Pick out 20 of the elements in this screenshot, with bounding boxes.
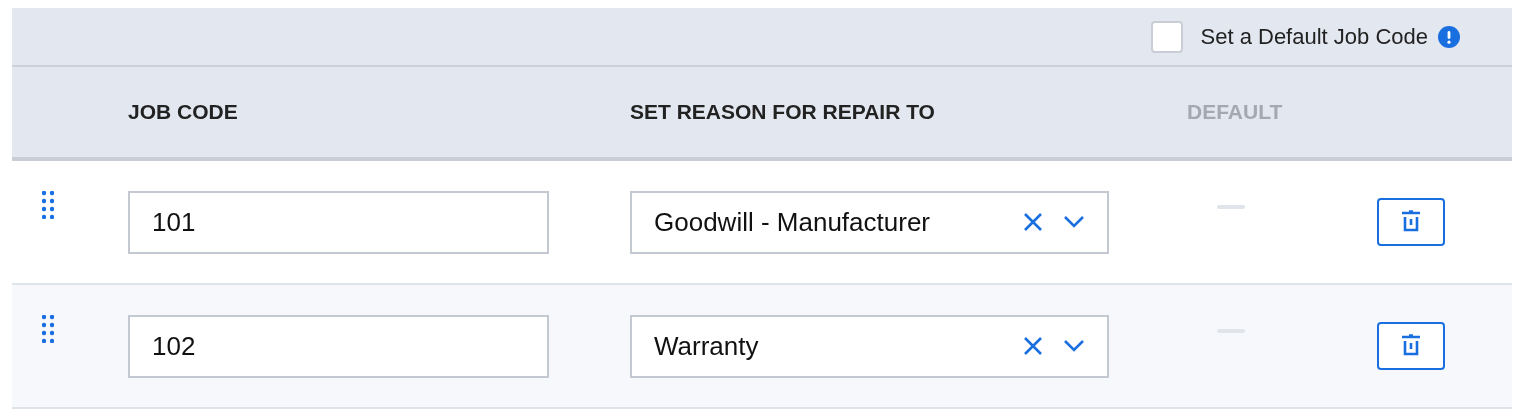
checkbox-label: Set a Default Job Code: [1200, 23, 1428, 50]
reason-select[interactable]: Goodwill - Manufacturer: [630, 190, 1109, 254]
delete-button[interactable]: [1377, 322, 1445, 370]
clear-icon[interactable]: [1023, 336, 1043, 356]
drag-handle-icon[interactable]: [42, 315, 54, 343]
delete-button[interactable]: [1377, 198, 1445, 246]
clear-icon[interactable]: [1023, 212, 1043, 232]
chevron-down-icon[interactable]: [1063, 339, 1085, 353]
info-icon[interactable]: [1438, 25, 1460, 48]
column-header: DEFAULT: [1187, 100, 1284, 124]
column-header: SET REASON FOR REPAIR TO: [630, 100, 936, 124]
trash-icon: [1401, 210, 1421, 234]
chevron-down-icon[interactable]: [1063, 215, 1085, 229]
reason-select[interactable]: Warranty: [630, 314, 1109, 378]
checkbox[interactable]: [1150, 20, 1183, 53]
job-code-field[interactable]: 101: [128, 190, 549, 254]
trash-icon: [1401, 334, 1421, 358]
job-code-field[interactable]: 102: [128, 314, 549, 378]
column-header: JOB CODE: [128, 100, 239, 124]
drag-handle-icon[interactable]: [42, 191, 54, 219]
